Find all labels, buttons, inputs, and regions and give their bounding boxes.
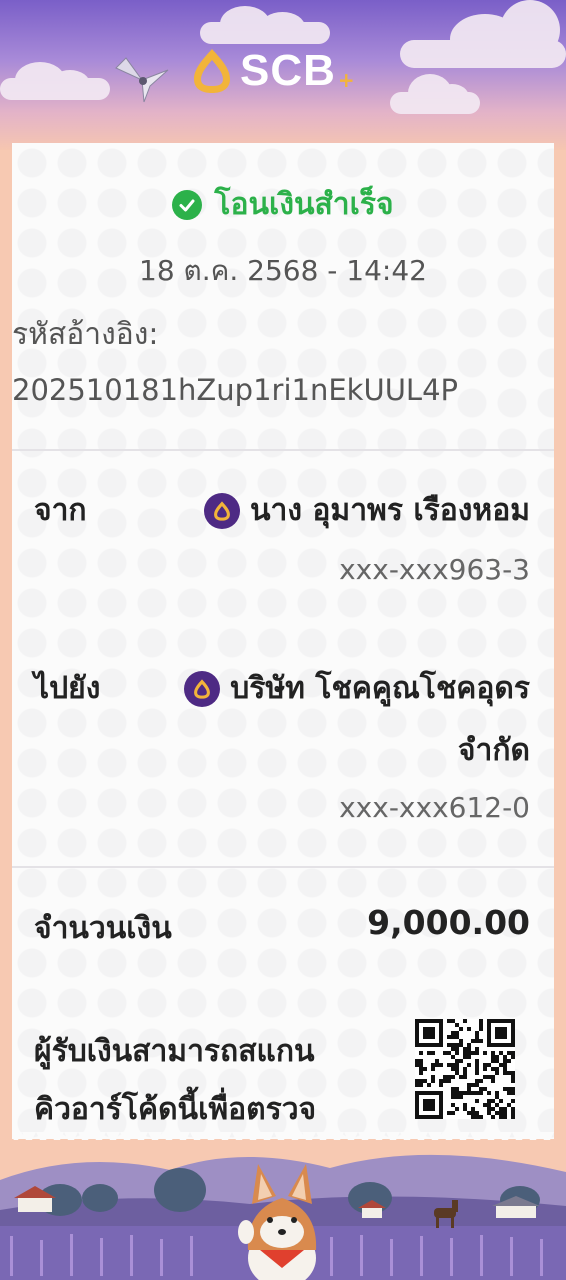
- qr-verify-note: ผู้รับเงินสามารถสแกน คิวอาร์โค้ดนี้เพื่อ…: [34, 1023, 394, 1139]
- scb-logo-icon: [194, 49, 230, 93]
- check-circle-icon: [172, 189, 203, 220]
- cloud-decoration: [400, 0, 566, 68]
- scb-bank-icon: [184, 670, 221, 707]
- recipient-account: xxx-xxx612-0: [339, 791, 530, 824]
- cloud-decoration: [0, 62, 110, 100]
- sender-account: xxx-xxx963-3: [339, 553, 530, 586]
- amount-value: 9,000.00: [367, 903, 530, 942]
- to-label: ไปยัง: [34, 671, 101, 706]
- recipient-name-line2: จำกัด: [457, 733, 530, 768]
- scb-logo: SCB +: [190, 45, 355, 97]
- divider: [12, 866, 554, 868]
- amount-label: จำนวนเงิน: [34, 911, 172, 946]
- reference-value: 202510181hZup1ri1nEkUUL4P: [12, 373, 459, 407]
- verification-qr-code[interactable]: [415, 1019, 515, 1119]
- sender: นาง อุมาพร เรืองหอม: [203, 487, 530, 534]
- brand-plus: +: [337, 68, 355, 92]
- reference-label: รหัสอ้างอิง:: [12, 317, 159, 352]
- cloud-decoration: [390, 74, 480, 114]
- bird-icon: [115, 57, 169, 103]
- qr-note-line2: คิวอาร์โค้ดนี้เพื่อตรวจ: [34, 1092, 317, 1127]
- recipient: บริษัท โชคคูณโชคอุดร: [184, 665, 530, 712]
- sender-name: นาง อุมาพร เรืองหอม: [249, 493, 530, 528]
- scb-bank-icon: [203, 492, 240, 529]
- transfer-status: โอนเงินสำเร็จ: [12, 181, 554, 228]
- cloud-decoration: [200, 6, 330, 44]
- landscape-illustration: [0, 1140, 566, 1280]
- qr-note-line1: ผู้รับเงินสามารถสแกน: [34, 1034, 315, 1069]
- transfer-slip: โอนเงินสำเร็จ 18 ต.ค. 2568 - 14:42 รหัสอ…: [12, 143, 554, 1139]
- transfer-datetime: 18 ต.ค. 2568 - 14:42: [139, 254, 427, 287]
- from-label: จาก: [34, 493, 87, 528]
- header-banner: SCB +: [0, 0, 566, 150]
- brand-name: SCB: [240, 46, 336, 95]
- status-text: โอนเงินสำเร็จ: [214, 187, 394, 222]
- recipient-name: บริษัท โชคคูณโชคอุดร: [230, 671, 530, 706]
- divider: [12, 449, 554, 451]
